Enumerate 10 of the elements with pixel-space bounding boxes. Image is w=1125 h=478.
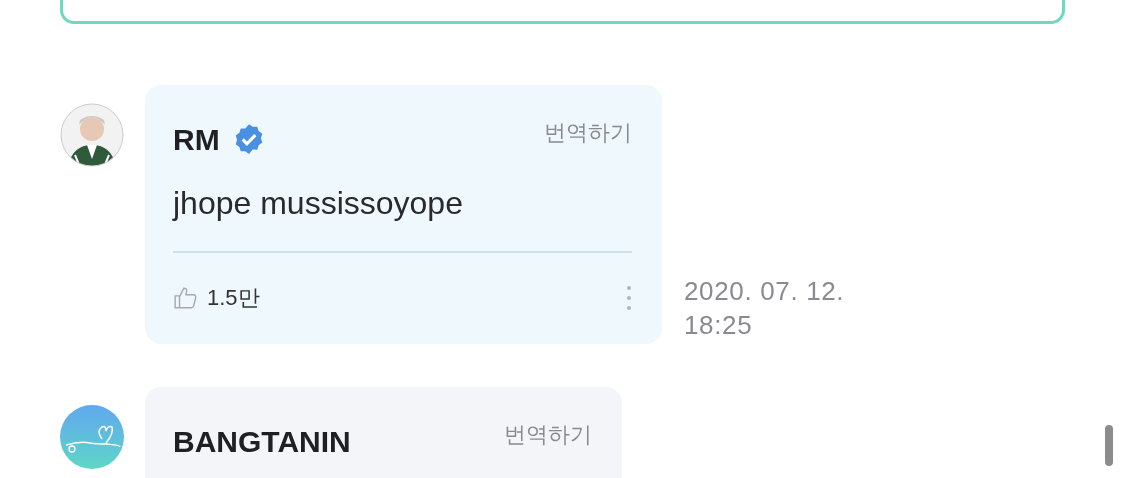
scrollbar[interactable]	[1105, 425, 1113, 466]
translate-link[interactable]: 번역하기	[504, 417, 592, 451]
more-options-icon[interactable]	[626, 284, 632, 311]
author-name: RM	[173, 121, 220, 158]
author-name: BANGTANIN	[173, 423, 351, 460]
avatar-icon	[60, 405, 124, 469]
translate-link[interactable]: 번역하기	[544, 115, 632, 149]
comment-text: jhope mussissoyope	[173, 184, 464, 223]
like-count: 1.5만	[207, 284, 260, 312]
timestamp: 2020. 07. 12. 18:25	[684, 275, 846, 342]
